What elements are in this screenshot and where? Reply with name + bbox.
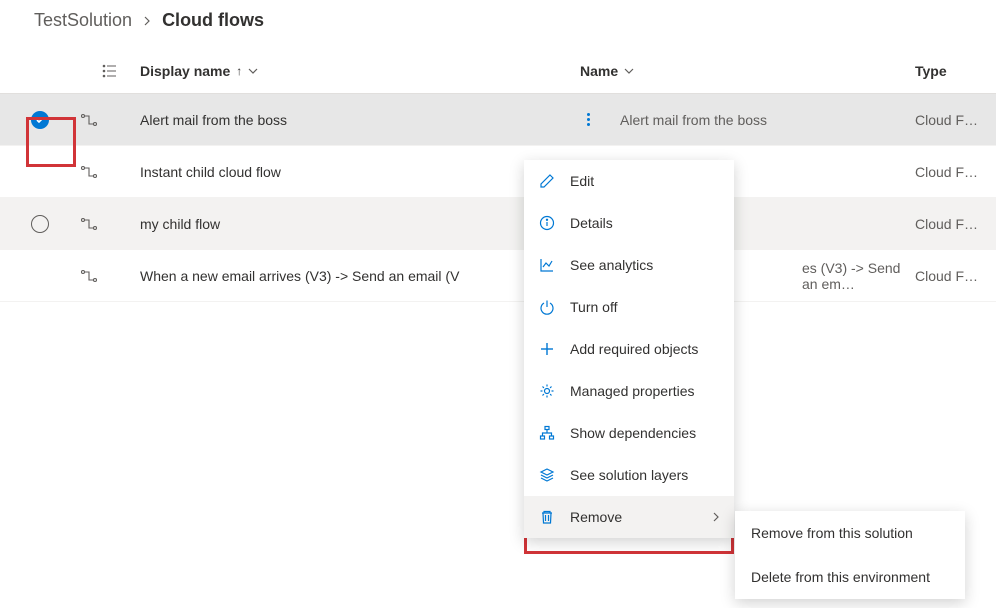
menu-dependencies[interactable]: Show dependencies bbox=[524, 412, 734, 454]
breadcrumb-parent[interactable]: TestSolution bbox=[34, 10, 132, 31]
context-menu: Edit Details See analytics Turn off Add … bbox=[524, 160, 734, 538]
chevron-down-icon bbox=[624, 67, 634, 75]
row-display-name[interactable]: Instant child cloud flow bbox=[140, 164, 580, 180]
flow-icon bbox=[80, 165, 140, 179]
row-name: es (V3) -> Send an em… bbox=[802, 260, 915, 292]
column-type[interactable]: Type bbox=[915, 63, 996, 79]
submenu: Remove from this solution Delete from th… bbox=[735, 511, 965, 599]
menu-remove[interactable]: Remove bbox=[524, 496, 734, 538]
list-icon[interactable] bbox=[102, 63, 118, 79]
row-type: Cloud F… bbox=[915, 268, 996, 284]
flow-icon bbox=[80, 113, 140, 127]
table-row[interactable]: Instant child cloud flow Cloud F… bbox=[0, 146, 996, 198]
breadcrumb: TestSolution Cloud flows bbox=[0, 0, 996, 49]
row-type: Cloud F… bbox=[915, 216, 996, 232]
breadcrumb-current: Cloud flows bbox=[162, 10, 264, 31]
dependencies-icon bbox=[538, 424, 556, 442]
table-header: Display name ↑ Name Type bbox=[0, 49, 996, 94]
chevron-right-icon bbox=[712, 512, 720, 522]
flow-icon bbox=[80, 217, 140, 231]
flow-icon bbox=[80, 269, 140, 283]
table-row[interactable]: my child flow Cloud F… bbox=[0, 198, 996, 250]
sort-ascending-icon: ↑ bbox=[236, 64, 242, 78]
row-display-name[interactable]: Alert mail from the boss bbox=[140, 112, 580, 128]
menu-edit[interactable]: Edit bbox=[524, 160, 734, 202]
trash-icon bbox=[538, 508, 556, 526]
layers-icon bbox=[538, 466, 556, 484]
analytics-icon bbox=[538, 256, 556, 274]
table-row[interactable]: When a new email arrives (V3) -> Send an… bbox=[0, 250, 996, 302]
more-actions-icon[interactable] bbox=[580, 113, 596, 126]
menu-turn-off[interactable]: Turn off bbox=[524, 286, 734, 328]
row-type: Cloud F… bbox=[915, 112, 996, 128]
menu-details[interactable]: Details bbox=[524, 202, 734, 244]
gear-icon bbox=[538, 382, 556, 400]
info-icon bbox=[538, 214, 556, 232]
submenu-delete-from-environment[interactable]: Delete from this environment bbox=[735, 555, 965, 599]
row-display-name[interactable]: my child flow bbox=[140, 216, 580, 232]
power-icon bbox=[538, 298, 556, 316]
menu-add-objects[interactable]: Add required objects bbox=[524, 328, 734, 370]
pencil-icon bbox=[538, 172, 556, 190]
row-display-name[interactable]: When a new email arrives (V3) -> Send an… bbox=[140, 268, 580, 284]
menu-solution-layers[interactable]: See solution layers bbox=[524, 454, 734, 496]
chevron-down-icon bbox=[248, 67, 258, 75]
row-type: Cloud F… bbox=[915, 164, 996, 180]
checkbox-unchecked[interactable] bbox=[31, 215, 49, 233]
menu-analytics[interactable]: See analytics bbox=[524, 244, 734, 286]
plus-icon bbox=[538, 340, 556, 358]
chevron-right-icon bbox=[142, 16, 152, 26]
checkbox-checked[interactable] bbox=[31, 111, 49, 129]
row-name: Alert mail from the boss bbox=[620, 112, 767, 128]
submenu-remove-from-solution[interactable]: Remove from this solution bbox=[735, 511, 965, 555]
column-display-name[interactable]: Display name ↑ bbox=[140, 63, 580, 79]
table-row[interactable]: Alert mail from the boss Alert mail from… bbox=[0, 94, 996, 146]
menu-managed-properties[interactable]: Managed properties bbox=[524, 370, 734, 412]
column-name[interactable]: Name bbox=[580, 63, 915, 79]
